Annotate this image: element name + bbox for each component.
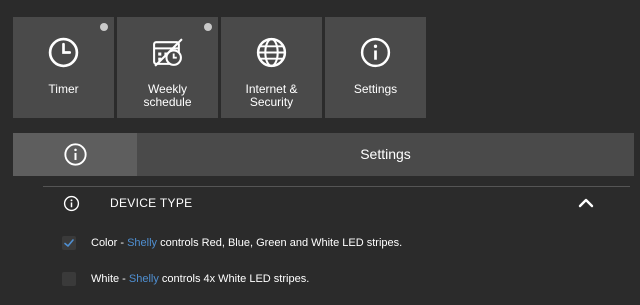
timer-tile[interactable]: Timer bbox=[13, 17, 114, 118]
settings-tile[interactable]: Settings bbox=[325, 17, 426, 118]
option-label-suffix: controls Red, Blue, Green and White LED … bbox=[157, 237, 403, 249]
option-label-suffix: controls 4x White LED stripes. bbox=[158, 273, 310, 285]
tab-info[interactable] bbox=[13, 133, 137, 176]
page-title: Settings bbox=[360, 146, 411, 162]
notification-dot bbox=[204, 23, 212, 31]
device-type-section-header[interactable]: DEVICE TYPE bbox=[43, 187, 630, 219]
settings-tab-bar: Settings bbox=[13, 133, 634, 176]
timer-label: Timer bbox=[48, 82, 79, 96]
info-icon bbox=[63, 195, 80, 212]
info-icon bbox=[359, 36, 392, 69]
option-label-prefix: White - bbox=[91, 273, 129, 285]
chevron-up-icon[interactable] bbox=[578, 195, 594, 211]
info-icon bbox=[64, 143, 87, 166]
checkmark-icon bbox=[64, 239, 74, 247]
notification-dot bbox=[100, 23, 108, 31]
internet-security-label: Internet & Security bbox=[245, 82, 298, 109]
color-option-label: Color - Shelly controls Red, Blue, Green… bbox=[91, 235, 402, 251]
shelly-link[interactable]: Shelly bbox=[127, 237, 157, 249]
weekly-schedule-icon bbox=[151, 36, 184, 69]
globe-icon bbox=[255, 36, 288, 69]
white-checkbox[interactable] bbox=[62, 272, 76, 286]
settings-label: Settings bbox=[353, 82, 398, 96]
option-label-prefix: Color - bbox=[91, 237, 128, 249]
weekly-schedule-label: Weekly schedule bbox=[143, 82, 192, 109]
shelly-link[interactable]: Shelly bbox=[129, 273, 159, 285]
weekly-schedule-tile[interactable]: Weekly schedule bbox=[117, 17, 218, 118]
white-option-label: White - Shelly controls 4x White LED str… bbox=[91, 271, 309, 287]
color-checkbox[interactable] bbox=[62, 236, 76, 250]
clock-icon bbox=[47, 36, 80, 69]
section-title: DEVICE TYPE bbox=[110, 196, 193, 210]
internet-security-tile[interactable]: Internet & Security bbox=[221, 17, 322, 118]
